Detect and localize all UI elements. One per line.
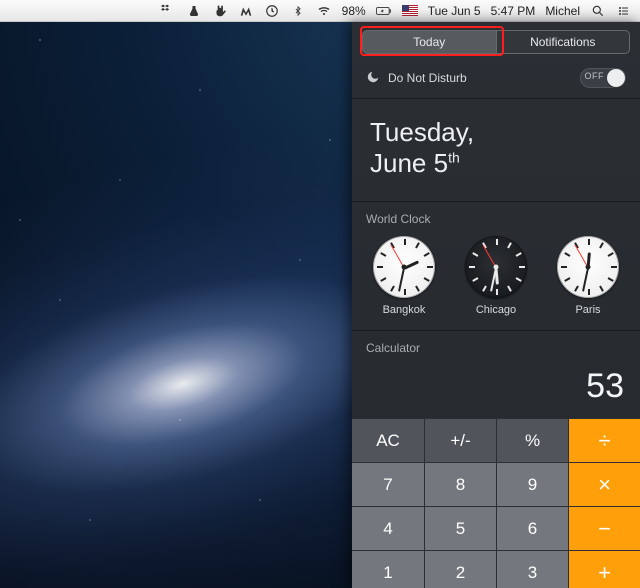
calc-key-3[interactable]: 3 [496,550,568,588]
dropbox-icon[interactable] [160,3,176,19]
clock-chicago[interactable]: Chicago [453,236,539,316]
malwarebytes-icon[interactable] [238,3,254,19]
clock-face [465,236,527,298]
calculator-keypad: AC+/-%÷789×456−123+0.= [352,418,640,588]
menubar-user[interactable]: Michel [545,4,580,18]
menubar: 98% Tue Jun 5 5:47 PM Michel [0,0,640,22]
calc-key-−[interactable]: − [568,506,640,550]
calc-key-6[interactable]: 6 [496,506,568,550]
calc-key-4[interactable]: 4 [352,506,424,550]
dnd-switch-knob [607,69,625,87]
list-icon[interactable] [616,3,632,19]
date-weekday: Tuesday, [370,117,622,148]
dnd-switch-label: OFF [585,71,605,81]
clock-city-label: Paris [575,304,600,316]
dnd-row: Do Not Disturb OFF [352,60,640,99]
nc-segmented-control: Today Notifications [362,30,630,54]
clock-city-label: Bangkok [383,304,426,316]
clock-bangkok[interactable]: Bangkok [361,236,447,316]
tab-notifications[interactable]: Notifications [496,31,630,53]
clock-city-label: Chicago [476,304,516,316]
clock-paris[interactable]: Paris [545,236,631,316]
menubar-time[interactable]: 5:47 PM [491,4,536,18]
notification-center-panel: Today Notifications Do Not Disturb OFF T… [352,22,640,588]
battery-percent[interactable]: 98% [342,4,366,18]
wifi-icon[interactable] [316,3,332,19]
us-flag-icon[interactable] [402,3,418,19]
calc-key-8[interactable]: 8 [424,462,496,506]
calculator-title: Calculator [352,331,640,359]
calc-key-+[interactable]: + [568,550,640,588]
calculator-display: 53 [352,359,640,418]
nc-tabs: Today Notifications [352,22,640,60]
calc-key-×[interactable]: × [568,462,640,506]
hand-icon[interactable] [212,3,228,19]
bluetooth-icon[interactable] [290,3,306,19]
calc-key-÷[interactable]: ÷ [568,418,640,462]
calc-key-AC[interactable]: AC [352,418,424,462]
date-monthday: June 5th [370,148,622,179]
clock-face [557,236,619,298]
beaker-icon[interactable] [186,3,202,19]
today-date: Tuesday, June 5th [352,99,640,202]
calc-key-%[interactable]: % [496,418,568,462]
dnd-label: Do Not Disturb [388,71,467,85]
calc-key-2[interactable]: 2 [424,550,496,588]
dnd-switch[interactable]: OFF [580,68,626,88]
tab-today[interactable]: Today [363,31,496,53]
calculator-widget: Calculator 53 AC+/-%÷789×456−123+0.= [352,331,640,588]
calc-key-9[interactable]: 9 [496,462,568,506]
calc-key-7[interactable]: 7 [352,462,424,506]
clock-face [373,236,435,298]
world-clock-widget: World Clock Bangkok Chicago Paris [352,202,640,331]
calc-key-+/-[interactable]: +/- [424,418,496,462]
battery-charging-icon[interactable] [376,3,392,19]
world-clock-title: World Clock [352,202,640,230]
moon-icon [366,70,380,87]
world-clock-row: Bangkok Chicago Paris [352,230,640,318]
calc-key-5[interactable]: 5 [424,506,496,550]
search-icon[interactable] [590,3,606,19]
calc-key-1[interactable]: 1 [352,550,424,588]
clock-icon[interactable] [264,3,280,19]
menubar-date[interactable]: Tue Jun 5 [428,4,481,18]
